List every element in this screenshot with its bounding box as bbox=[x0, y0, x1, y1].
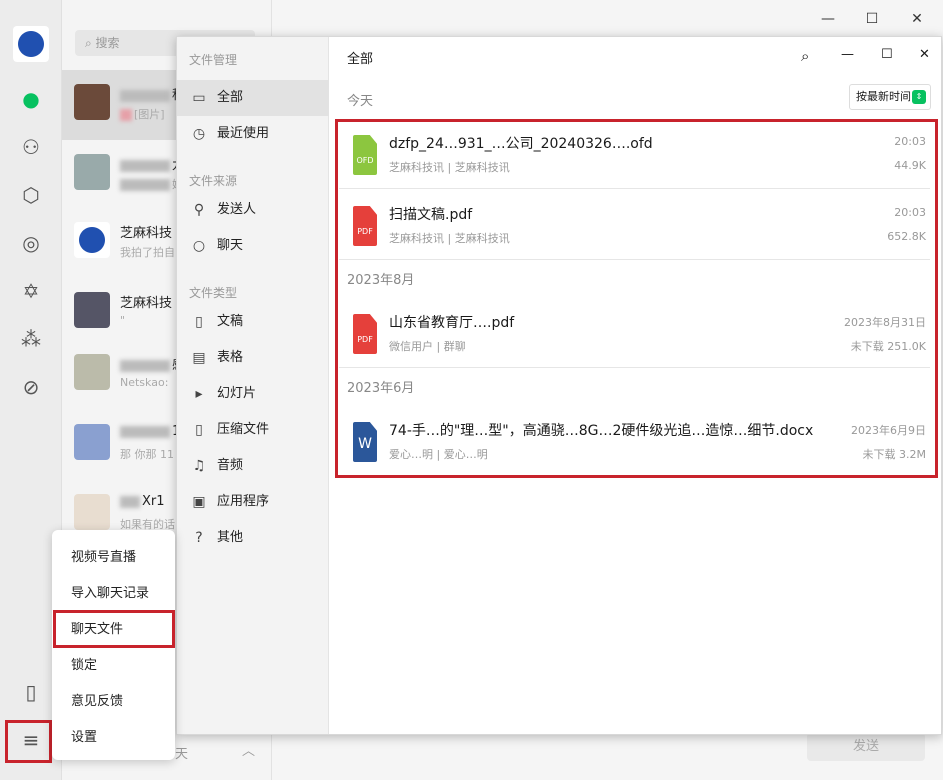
contacts-icon[interactable]: ⚇ bbox=[19, 135, 43, 159]
nav-label: 幻灯片 bbox=[217, 386, 257, 401]
chat-name: Xr1 bbox=[142, 494, 165, 509]
minimize-icon[interactable]: — bbox=[817, 8, 839, 30]
file-list-highlight bbox=[335, 119, 938, 478]
menu-item-channels-live[interactable]: 视频号直播 bbox=[71, 546, 136, 565]
minimize-icon[interactable]: — bbox=[841, 47, 854, 62]
nav-item-other[interactable]: ? 其他 bbox=[177, 520, 329, 556]
menu-item-import-history[interactable]: 导入聊天记录 bbox=[71, 582, 149, 601]
nav-label: 全部 bbox=[217, 90, 244, 105]
nav-item-sender[interactable]: ⚲ 发送人 bbox=[177, 192, 329, 228]
menu-item-lock[interactable]: 锁定 bbox=[71, 654, 97, 673]
chat-name: 芝麻科技 bbox=[120, 226, 173, 241]
unknown-file-icon: ? bbox=[195, 530, 203, 546]
nav-section-title: 文件类型 bbox=[189, 286, 238, 300]
menu-button-highlight bbox=[5, 720, 52, 763]
menu-item-feedback[interactable]: 意见反馈 bbox=[71, 690, 123, 709]
avatar bbox=[74, 494, 110, 530]
nav-item-spreadsheets[interactable]: ▤ 表格 bbox=[177, 340, 329, 376]
avatar bbox=[74, 222, 110, 258]
nav-item-archives[interactable]: ▯ 压缩文件 bbox=[177, 412, 329, 448]
slides-icon: ▸ bbox=[195, 386, 203, 402]
app-icon: ▣ bbox=[192, 494, 206, 510]
chevron-up-icon[interactable]: ︿ bbox=[242, 740, 255, 759]
nav-item-documents[interactable]: ▯ 文稿 bbox=[177, 304, 329, 340]
audio-icon: ♫ bbox=[192, 458, 206, 474]
nav-label: 聊天 bbox=[217, 238, 244, 253]
nav-section-title: 文件来源 bbox=[189, 174, 238, 188]
nav-label: 表格 bbox=[217, 350, 244, 365]
search-icon[interactable]: ⌕ bbox=[801, 47, 809, 65]
avatar bbox=[74, 424, 110, 460]
nav-label: 发送人 bbox=[217, 202, 257, 217]
avatar bbox=[74, 292, 110, 328]
search-placeholder: 搜索 bbox=[95, 36, 120, 50]
close-icon[interactable]: ✕ bbox=[906, 8, 928, 30]
group-label: 今天 bbox=[347, 94, 374, 109]
user-avatar[interactable] bbox=[13, 26, 49, 62]
chat-preview: [图片] bbox=[134, 108, 165, 121]
clock-icon: ◷ bbox=[192, 126, 206, 142]
mini-program-icon[interactable]: ✡ bbox=[19, 279, 43, 303]
nav-item-chat[interactable]: ○ 聊天 bbox=[177, 228, 329, 264]
panel-title: 全部 bbox=[347, 52, 374, 67]
archive-icon: ▯ bbox=[195, 422, 203, 438]
maximize-icon[interactable]: ☐ bbox=[861, 8, 883, 30]
chat-name: 芝麻科技 bbox=[120, 296, 173, 311]
chat-files-highlight bbox=[53, 610, 175, 648]
nav-label: 音频 bbox=[217, 458, 244, 473]
person-icon: ⚲ bbox=[193, 202, 205, 218]
nav-label: 最近使用 bbox=[217, 126, 270, 141]
chat-preview: Netskao: bbox=[120, 376, 169, 389]
search-icon: ⌕ bbox=[85, 36, 96, 50]
menu-item-settings[interactable]: 设置 bbox=[71, 726, 97, 745]
avatar bbox=[74, 354, 110, 390]
close-icon[interactable]: ✕ bbox=[919, 47, 930, 62]
avatar bbox=[74, 154, 110, 190]
file-nav: 文件管理 ▭ 全部 ◷ 最近使用 文件来源 ⚲ 发送人 ○ 聊天 文件类型 ▯ 文稿 ▤ 表… bbox=[177, 37, 329, 734]
spreadsheet-icon: ▤ bbox=[192, 350, 206, 366]
sort-dropdown[interactable]: 按最新时间 ⇕ bbox=[849, 84, 931, 110]
chat-icon[interactable]: ● bbox=[19, 87, 43, 111]
chat-bubble-icon: ○ bbox=[192, 238, 206, 254]
chat-preview: 那 你那 11 bbox=[120, 448, 174, 461]
phone-icon[interactable]: ▯ bbox=[19, 680, 43, 704]
nav-section-title: 文件管理 bbox=[189, 53, 238, 67]
moments-icon[interactable]: ◎ bbox=[19, 231, 43, 255]
sort-label: 按最新时间 bbox=[856, 90, 911, 103]
nav-item-apps[interactable]: ▣ 应用程序 bbox=[177, 484, 329, 520]
chat-preview: " bbox=[120, 314, 126, 327]
favorites-icon[interactable]: ⬡ bbox=[19, 183, 43, 207]
nav-item-recent[interactable]: ◷ 最近使用 bbox=[177, 116, 329, 152]
maximize-icon[interactable]: ☐ bbox=[881, 47, 893, 62]
send-button[interactable]: 发送 bbox=[807, 733, 925, 761]
search-web-icon[interactable]: ⊘ bbox=[19, 375, 43, 399]
nav-item-all[interactable]: ▭ 全部 bbox=[177, 80, 329, 116]
chevron-updown-icon: ⇕ bbox=[912, 90, 926, 104]
nav-item-audio[interactable]: ♫ 音频 bbox=[177, 448, 329, 484]
avatar bbox=[74, 84, 110, 120]
channels-icon[interactable]: ⁂ bbox=[19, 327, 43, 351]
chat-preview: 我拍了拍自 bbox=[120, 246, 175, 259]
nav-label: 文稿 bbox=[217, 314, 244, 329]
folder-icon: ▭ bbox=[192, 90, 206, 106]
nav-label: 其他 bbox=[217, 530, 244, 545]
nav-item-slides[interactable]: ▸ 幻灯片 bbox=[177, 376, 329, 412]
nav-label: 压缩文件 bbox=[217, 422, 270, 437]
document-icon: ▯ bbox=[195, 314, 203, 330]
nav-label: 应用程序 bbox=[217, 494, 270, 509]
